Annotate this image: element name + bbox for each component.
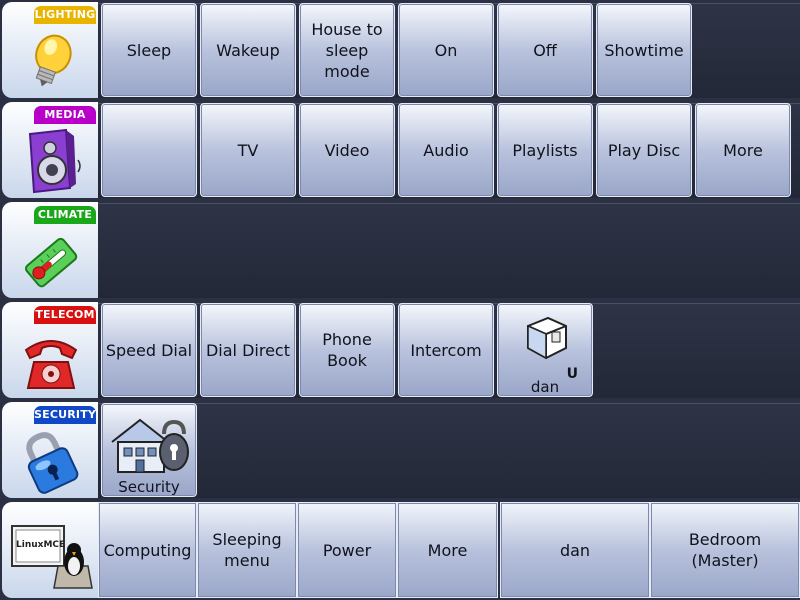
user-button-label: dan	[530, 378, 560, 396]
media-tab-label: MEDIA	[34, 106, 96, 124]
media-tv-button[interactable]: TV	[200, 103, 296, 197]
lighting-tab-label: LIGHTING	[34, 6, 96, 24]
thermometer-icon	[25, 237, 78, 288]
media-blank-button[interactable]	[101, 103, 197, 197]
telecom-dial-direct-button[interactable]: Dial Direct	[200, 303, 296, 397]
security-button[interactable]: Security	[101, 403, 197, 497]
linuxmce-logo-icon	[11, 525, 93, 589]
speaker-icon	[28, 128, 81, 194]
security-category[interactable]: SECURITY	[2, 402, 98, 498]
lighting-sleep-button[interactable]: Sleep	[101, 3, 197, 97]
lighting-off-button[interactable]: Off	[497, 3, 593, 97]
telecom-tab-label: TELECOM	[34, 306, 96, 324]
lighting-row: LIGHTING Sleep Wakeup House to sleep mod…	[0, 0, 800, 100]
media-category[interactable]: MEDIA	[2, 102, 98, 198]
telecom-phone-book-button[interactable]: Phone Book	[299, 303, 395, 397]
bottom-more-button[interactable]: More	[397, 502, 498, 598]
house-lock-icon	[111, 418, 189, 473]
telecom-intercom-button[interactable]: Intercom	[398, 303, 494, 397]
security-tab-label: SECURITY	[34, 406, 96, 424]
padlock-icon	[26, 432, 79, 494]
media-row: MEDIA TV Video Audio Playlists Play Disc…	[0, 100, 800, 200]
current-room-button[interactable]: Bedroom (Master)	[650, 502, 800, 598]
bottom-bar: LinuxMCE Computing Sleeping menu Power M…	[0, 500, 800, 600]
logo-text: LinuxMCE	[16, 540, 66, 550]
media-play-disc-button[interactable]: Play Disc	[596, 103, 692, 197]
media-audio-button[interactable]: Audio	[398, 103, 494, 197]
climate-tab-label: CLIMATE	[34, 206, 96, 224]
lighting-category[interactable]: LIGHTING	[2, 2, 98, 98]
security-band	[98, 403, 800, 498]
telecom-user-button[interactable]: U dan	[497, 303, 593, 397]
current-user-button[interactable]: dan	[500, 502, 650, 598]
climate-band	[98, 203, 800, 298]
lighting-showtime-button[interactable]: Showtime	[596, 3, 692, 97]
sleeping-menu-button[interactable]: Sleeping menu	[197, 502, 297, 598]
security-row: SECURITY Security	[0, 400, 800, 500]
power-button[interactable]: Power	[297, 502, 397, 598]
telecom-category[interactable]: TELECOM	[2, 302, 98, 398]
climate-category[interactable]: CLIMATE	[2, 202, 98, 298]
lightbulb-icon	[35, 34, 72, 87]
telephone-icon	[24, 340, 78, 389]
lighting-wakeup-button[interactable]: Wakeup	[200, 3, 296, 97]
media-more-button[interactable]: More	[695, 103, 791, 197]
climate-row: CLIMATE	[0, 200, 800, 300]
room-cube-icon	[527, 316, 567, 360]
telecom-row: TELECOM Speed Dial Dial Direct Phone Boo…	[0, 300, 800, 400]
telecom-speed-dial-button[interactable]: Speed Dial	[101, 303, 197, 397]
media-playlists-button[interactable]: Playlists	[497, 103, 593, 197]
lighting-house-sleep-button[interactable]: House to sleep mode	[299, 3, 395, 97]
lighting-on-button[interactable]: On	[398, 3, 494, 97]
logo-tile[interactable]: LinuxMCE	[2, 502, 98, 598]
security-button-label: Security	[118, 478, 180, 496]
media-video-button[interactable]: Video	[299, 103, 395, 197]
computing-button[interactable]: Computing	[98, 502, 197, 598]
